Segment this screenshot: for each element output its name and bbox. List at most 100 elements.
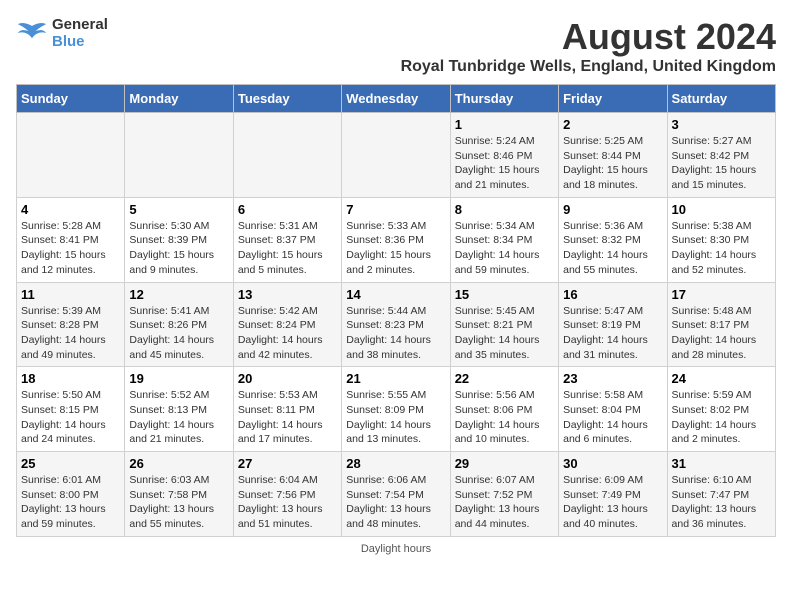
calendar-cell: 31 Sunrise: 6:10 AM Sunset: 7:47 PM Dayli… (667, 452, 775, 537)
day-number: 9 (563, 202, 662, 217)
day-info: Sunrise: 5:25 AM Sunset: 8:44 PM Dayligh… (563, 134, 662, 193)
day-number: 1 (455, 117, 554, 132)
day-info: Sunrise: 5:31 AM Sunset: 8:37 PM Dayligh… (238, 219, 337, 278)
day-number: 20 (238, 371, 337, 386)
calendar-cell (233, 113, 341, 198)
day-number: 12 (129, 287, 228, 302)
calendar-cell: 30 Sunrise: 6:09 AM Sunset: 7:49 PM Dayli… (559, 452, 667, 537)
day-info: Sunrise: 5:38 AM Sunset: 8:30 PM Dayligh… (672, 219, 771, 278)
day-number: 22 (455, 371, 554, 386)
logo-icon (16, 19, 48, 47)
calendar-header-sunday: Sunday (17, 85, 125, 113)
day-info: Sunrise: 6:09 AM Sunset: 7:49 PM Dayligh… (563, 473, 662, 532)
day-info: Sunrise: 5:30 AM Sunset: 8:39 PM Dayligh… (129, 219, 228, 278)
calendar-week-row: 11 Sunrise: 5:39 AM Sunset: 8:28 PM Dayli… (17, 282, 776, 367)
calendar-cell: 5 Sunrise: 5:30 AM Sunset: 8:39 PM Daylig… (125, 197, 233, 282)
day-info: Sunrise: 5:39 AM Sunset: 8:28 PM Dayligh… (21, 304, 120, 363)
title-area: August 2024 Royal Tunbridge Wells, Engla… (401, 16, 776, 76)
day-info: Sunrise: 5:45 AM Sunset: 8:21 PM Dayligh… (455, 304, 554, 363)
day-number: 6 (238, 202, 337, 217)
day-info: Sunrise: 6:03 AM Sunset: 7:58 PM Dayligh… (129, 473, 228, 532)
day-info: Sunrise: 5:55 AM Sunset: 8:09 PM Dayligh… (346, 388, 445, 447)
day-info: Sunrise: 5:34 AM Sunset: 8:34 PM Dayligh… (455, 219, 554, 278)
calendar-cell: 13Sunrise: 5:42 AM Sunset: 8:24 PM Dayli… (233, 282, 341, 367)
day-info: Sunrise: 5:28 AM Sunset: 8:41 PM Dayligh… (21, 219, 120, 278)
calendar-cell: 22Sunrise: 5:56 AM Sunset: 8:06 PM Dayli… (450, 367, 558, 452)
calendar-cell: 15Sunrise: 5:45 AM Sunset: 8:21 PM Dayli… (450, 282, 558, 367)
calendar-cell: 8 Sunrise: 5:34 AM Sunset: 8:34 PM Daylig… (450, 197, 558, 282)
day-info: Sunrise: 5:44 AM Sunset: 8:23 PM Dayligh… (346, 304, 445, 363)
calendar-table: SundayMondayTuesdayWednesdayThursdayFrid… (16, 84, 776, 537)
calendar-cell: 24 Sunrise: 5:59 AM Sunset: 8:02 PM Dayli… (667, 367, 775, 452)
calendar-cell: 23 Sunrise: 5:58 AM Sunset: 8:04 PM Dayli… (559, 367, 667, 452)
calendar-header-thursday: Thursday (450, 85, 558, 113)
day-number: 5 (129, 202, 228, 217)
day-number: 8 (455, 202, 554, 217)
calendar-cell: 16 Sunrise: 5:47 AM Sunset: 8:19 PM Dayli… (559, 282, 667, 367)
calendar-cell: 2 Sunrise: 5:25 AM Sunset: 8:44 PM Daylig… (559, 113, 667, 198)
calendar-header-wednesday: Wednesday (342, 85, 450, 113)
calendar-header-row: SundayMondayTuesdayWednesdayThursdayFrid… (17, 85, 776, 113)
calendar-cell (17, 113, 125, 198)
page-subtitle: Royal Tunbridge Wells, England, United K… (401, 58, 776, 76)
day-number: 14 (346, 287, 445, 302)
day-number: 18 (21, 371, 120, 386)
footer-note: Daylight hours (16, 543, 776, 555)
day-number: 17 (672, 287, 771, 302)
day-info: Sunrise: 5:58 AM Sunset: 8:04 PM Dayligh… (563, 388, 662, 447)
day-info: Sunrise: 5:52 AM Sunset: 8:13 PM Dayligh… (129, 388, 228, 447)
day-info: Sunrise: 5:50 AM Sunset: 8:15 PM Dayligh… (21, 388, 120, 447)
calendar-header-friday: Friday (559, 85, 667, 113)
day-number: 31 (672, 456, 771, 471)
day-number: 24 (672, 371, 771, 386)
calendar-header-monday: Monday (125, 85, 233, 113)
day-number: 27 (238, 456, 337, 471)
day-info: Sunrise: 5:41 AM Sunset: 8:26 PM Dayligh… (129, 304, 228, 363)
day-number: 2 (563, 117, 662, 132)
day-number: 23 (563, 371, 662, 386)
calendar-cell: 1Sunrise: 5:24 AM Sunset: 8:46 PM Daylig… (450, 113, 558, 198)
day-info: Sunrise: 5:48 AM Sunset: 8:17 PM Dayligh… (672, 304, 771, 363)
calendar-week-row: 18 Sunrise: 5:50 AM Sunset: 8:15 PM Dayli… (17, 367, 776, 452)
calendar-cell: 25 Sunrise: 6:01 AM Sunset: 8:00 PM Dayli… (17, 452, 125, 537)
day-info: Sunrise: 5:59 AM Sunset: 8:02 PM Dayligh… (672, 388, 771, 447)
day-number: 25 (21, 456, 120, 471)
logo: General Blue (16, 16, 108, 50)
day-info: Sunrise: 5:36 AM Sunset: 8:32 PM Dayligh… (563, 219, 662, 278)
day-info: Sunrise: 6:01 AM Sunset: 8:00 PM Dayligh… (21, 473, 120, 532)
calendar-cell: 17 Sunrise: 5:48 AM Sunset: 8:17 PM Dayli… (667, 282, 775, 367)
page-title: August 2024 (401, 16, 776, 58)
calendar-cell (125, 113, 233, 198)
calendar-cell: 29Sunrise: 6:07 AM Sunset: 7:52 PM Dayli… (450, 452, 558, 537)
calendar-cell: 19Sunrise: 5:52 AM Sunset: 8:13 PM Dayli… (125, 367, 233, 452)
calendar-cell: 14 Sunrise: 5:44 AM Sunset: 8:23 PM Dayli… (342, 282, 450, 367)
day-number: 16 (563, 287, 662, 302)
day-number: 4 (21, 202, 120, 217)
calendar-cell: 11 Sunrise: 5:39 AM Sunset: 8:28 PM Dayli… (17, 282, 125, 367)
day-number: 3 (672, 117, 771, 132)
day-info: Sunrise: 5:27 AM Sunset: 8:42 PM Dayligh… (672, 134, 771, 193)
calendar-cell: 4 Sunrise: 5:28 AM Sunset: 8:41 PM Daylig… (17, 197, 125, 282)
day-number: 11 (21, 287, 120, 302)
day-info: Sunrise: 5:47 AM Sunset: 8:19 PM Dayligh… (563, 304, 662, 363)
day-info: Sunrise: 6:10 AM Sunset: 7:47 PM Dayligh… (672, 473, 771, 532)
day-number: 30 (563, 456, 662, 471)
day-info: Sunrise: 6:06 AM Sunset: 7:54 PM Dayligh… (346, 473, 445, 532)
calendar-cell: 27 Sunrise: 6:04 AM Sunset: 7:56 PM Dayli… (233, 452, 341, 537)
day-number: 28 (346, 456, 445, 471)
day-number: 13 (238, 287, 337, 302)
calendar-week-row: 25 Sunrise: 6:01 AM Sunset: 8:00 PM Dayli… (17, 452, 776, 537)
day-info: Sunrise: 6:04 AM Sunset: 7:56 PM Dayligh… (238, 473, 337, 532)
day-number: 7 (346, 202, 445, 217)
calendar-week-row: 4 Sunrise: 5:28 AM Sunset: 8:41 PM Daylig… (17, 197, 776, 282)
calendar-cell: 9 Sunrise: 5:36 AM Sunset: 8:32 PM Daylig… (559, 197, 667, 282)
calendar-cell: 7 Sunrise: 5:33 AM Sunset: 8:36 PM Daylig… (342, 197, 450, 282)
calendar-cell: 18 Sunrise: 5:50 AM Sunset: 8:15 PM Dayli… (17, 367, 125, 452)
calendar-cell (342, 113, 450, 198)
day-number: 21 (346, 371, 445, 386)
calendar-cell: 26 Sunrise: 6:03 AM Sunset: 7:58 PM Dayli… (125, 452, 233, 537)
calendar-cell: 20Sunrise: 5:53 AM Sunset: 8:11 PM Dayli… (233, 367, 341, 452)
day-info: Sunrise: 5:33 AM Sunset: 8:36 PM Dayligh… (346, 219, 445, 278)
day-number: 29 (455, 456, 554, 471)
day-number: 26 (129, 456, 228, 471)
